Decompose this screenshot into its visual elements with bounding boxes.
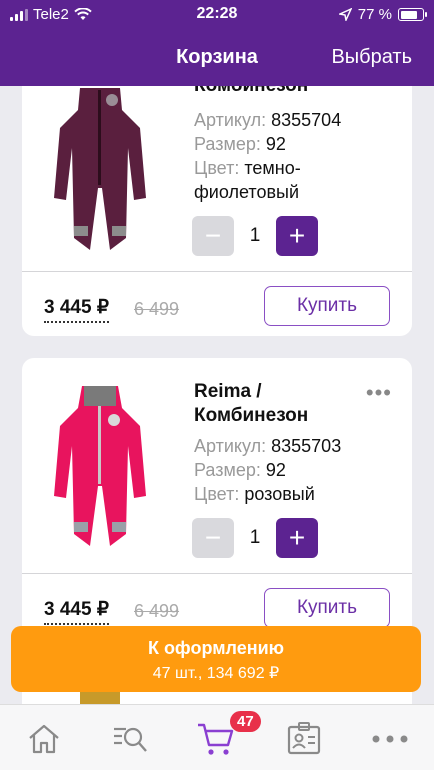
price: 3 445 ₽: [44, 598, 109, 625]
price: 3 445 ₽: [44, 296, 109, 323]
cart-count-badge: 47: [230, 711, 261, 732]
decrease-button[interactable]: −: [192, 518, 234, 558]
increase-button[interactable]: +: [276, 216, 318, 256]
buy-button[interactable]: Купить: [264, 588, 390, 628]
tab-profile[interactable]: [284, 719, 324, 759]
checkout-button[interactable]: К оформлению 47 шт., 134 692 ₽: [11, 626, 421, 692]
old-price: 6 499: [134, 299, 180, 319]
divider: [22, 271, 412, 272]
product-image[interactable]: [50, 88, 150, 258]
divider: [22, 573, 412, 574]
more-options-button[interactable]: •••: [366, 380, 392, 406]
battery-icon: [398, 8, 427, 21]
battery-percent: 77 %: [357, 6, 392, 23]
cart-item: Комбинезон Артикул: 8355704 Размер: 92 Ц…: [22, 86, 412, 336]
cart-list[interactable]: Комбинезон Артикул: 8355704 Размер: 92 Ц…: [0, 86, 434, 704]
cart-icon: [198, 723, 234, 755]
quantity-stepper: − 1 +: [192, 518, 318, 558]
quantity-stepper: − 1 +: [192, 216, 318, 256]
nav-bar: Корзина Выбрать: [0, 30, 434, 86]
cart-item: Reima / Комбинезон ••• Артикул: 8355703 …: [22, 358, 412, 648]
profile-card-icon: [287, 722, 321, 755]
product-image[interactable]: [50, 384, 150, 554]
quantity-value: 1: [249, 527, 261, 548]
checkout-label: К оформлению: [147, 638, 285, 658]
select-button[interactable]: Выбрать: [331, 46, 412, 69]
product-details: Артикул: 8355703 Размер: 92 Цвет: розовы…: [194, 436, 342, 504]
product-brand: Комбинезон: [194, 86, 364, 98]
tab-home[interactable]: [24, 719, 64, 759]
checkout-summary: 47 шт., 134 692 ₽: [152, 665, 280, 682]
status-bar: Tele2 22:28 77 %: [0, 0, 434, 30]
tab-more[interactable]: [370, 719, 410, 759]
product-details: Артикул: 8355704 Размер: 92 Цвет: темно-…: [194, 110, 342, 202]
more-icon: [372, 735, 408, 743]
old-price: 6 499: [134, 601, 180, 621]
tab-search[interactable]: [110, 719, 150, 759]
quantity-value: 1: [249, 225, 261, 246]
tab-bar: 47: [0, 704, 434, 770]
product-brand: Reima / Комбинезон: [194, 381, 309, 426]
search-icon: [114, 727, 147, 752]
increase-button[interactable]: +: [276, 518, 318, 558]
home-icon: [29, 724, 59, 754]
decrease-button[interactable]: −: [192, 216, 234, 256]
location-icon: [338, 8, 352, 21]
buy-button[interactable]: Купить: [264, 286, 390, 326]
